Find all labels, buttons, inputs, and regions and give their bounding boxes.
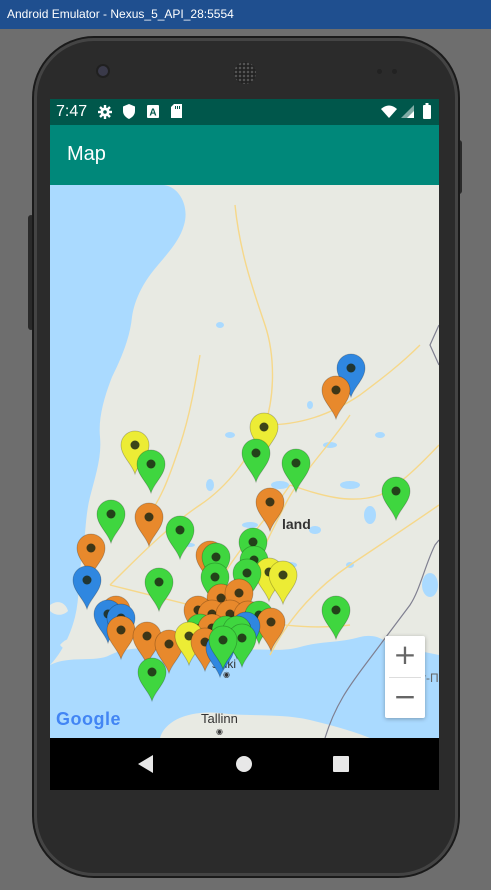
back-button[interactable] — [116, 738, 176, 790]
app-bar: Map — [50, 125, 439, 185]
recents-button[interactable] — [311, 738, 371, 790]
map-marker-orange[interactable] — [321, 375, 351, 421]
sensor-dot — [392, 69, 397, 74]
google-logo: Google — [56, 709, 121, 729]
speaker-grille — [234, 62, 256, 84]
home-icon — [236, 756, 252, 772]
map-marker-orange[interactable] — [256, 607, 286, 653]
zoom-out-button[interactable]: − — [385, 678, 425, 719]
screen: 7:47 A Map land ◉ Tallinn ◉ Google + − — [50, 99, 439, 790]
map-marker-green[interactable] — [136, 449, 166, 495]
a-icon: A — [147, 105, 159, 118]
back-icon — [138, 755, 153, 773]
map-marker-green[interactable] — [281, 448, 311, 494]
page-title: Map — [67, 143, 106, 165]
map-marker-yellow[interactable] — [268, 560, 298, 606]
recents-icon — [333, 756, 349, 772]
signal-icon — [401, 105, 414, 118]
map-marker-orange[interactable] — [106, 615, 136, 661]
status-time: 7:47 — [56, 103, 88, 120]
battery-icon — [423, 103, 431, 119]
map-marker-green[interactable] — [241, 438, 271, 484]
status-bar: 7:47 A — [50, 99, 439, 125]
map-marker-green[interactable] — [137, 657, 167, 703]
gear-icon — [98, 105, 112, 119]
emulator-title: Android Emulator - Nexus_5_API_28:5554 — [0, 0, 491, 29]
map-marker-orange[interactable] — [255, 487, 285, 533]
map-view[interactable]: land sinki ◉ Tallinn ◉ St Pete Санкт-П G… — [50, 185, 439, 738]
map-marker-green[interactable] — [165, 515, 195, 561]
svg-text:A: A — [149, 108, 156, 119]
navigation-bar — [50, 738, 439, 790]
zoom-in-button[interactable]: + — [385, 636, 425, 677]
sd-card-icon — [171, 104, 182, 118]
wifi-icon — [381, 105, 397, 118]
map-marker-green[interactable] — [144, 567, 174, 613]
front-camera — [98, 66, 108, 76]
map-marker-blue[interactable] — [72, 565, 102, 611]
map-marker-green[interactable] — [321, 595, 351, 641]
markers-layer — [72, 353, 411, 703]
map-marker-orange[interactable] — [134, 502, 164, 548]
sensor-dot — [377, 69, 382, 74]
zoom-controls: + − — [385, 636, 425, 718]
map-marker-green[interactable] — [96, 499, 126, 545]
shield-icon — [123, 104, 135, 119]
home-button[interactable] — [214, 738, 274, 790]
map-marker-green[interactable] — [381, 476, 411, 522]
